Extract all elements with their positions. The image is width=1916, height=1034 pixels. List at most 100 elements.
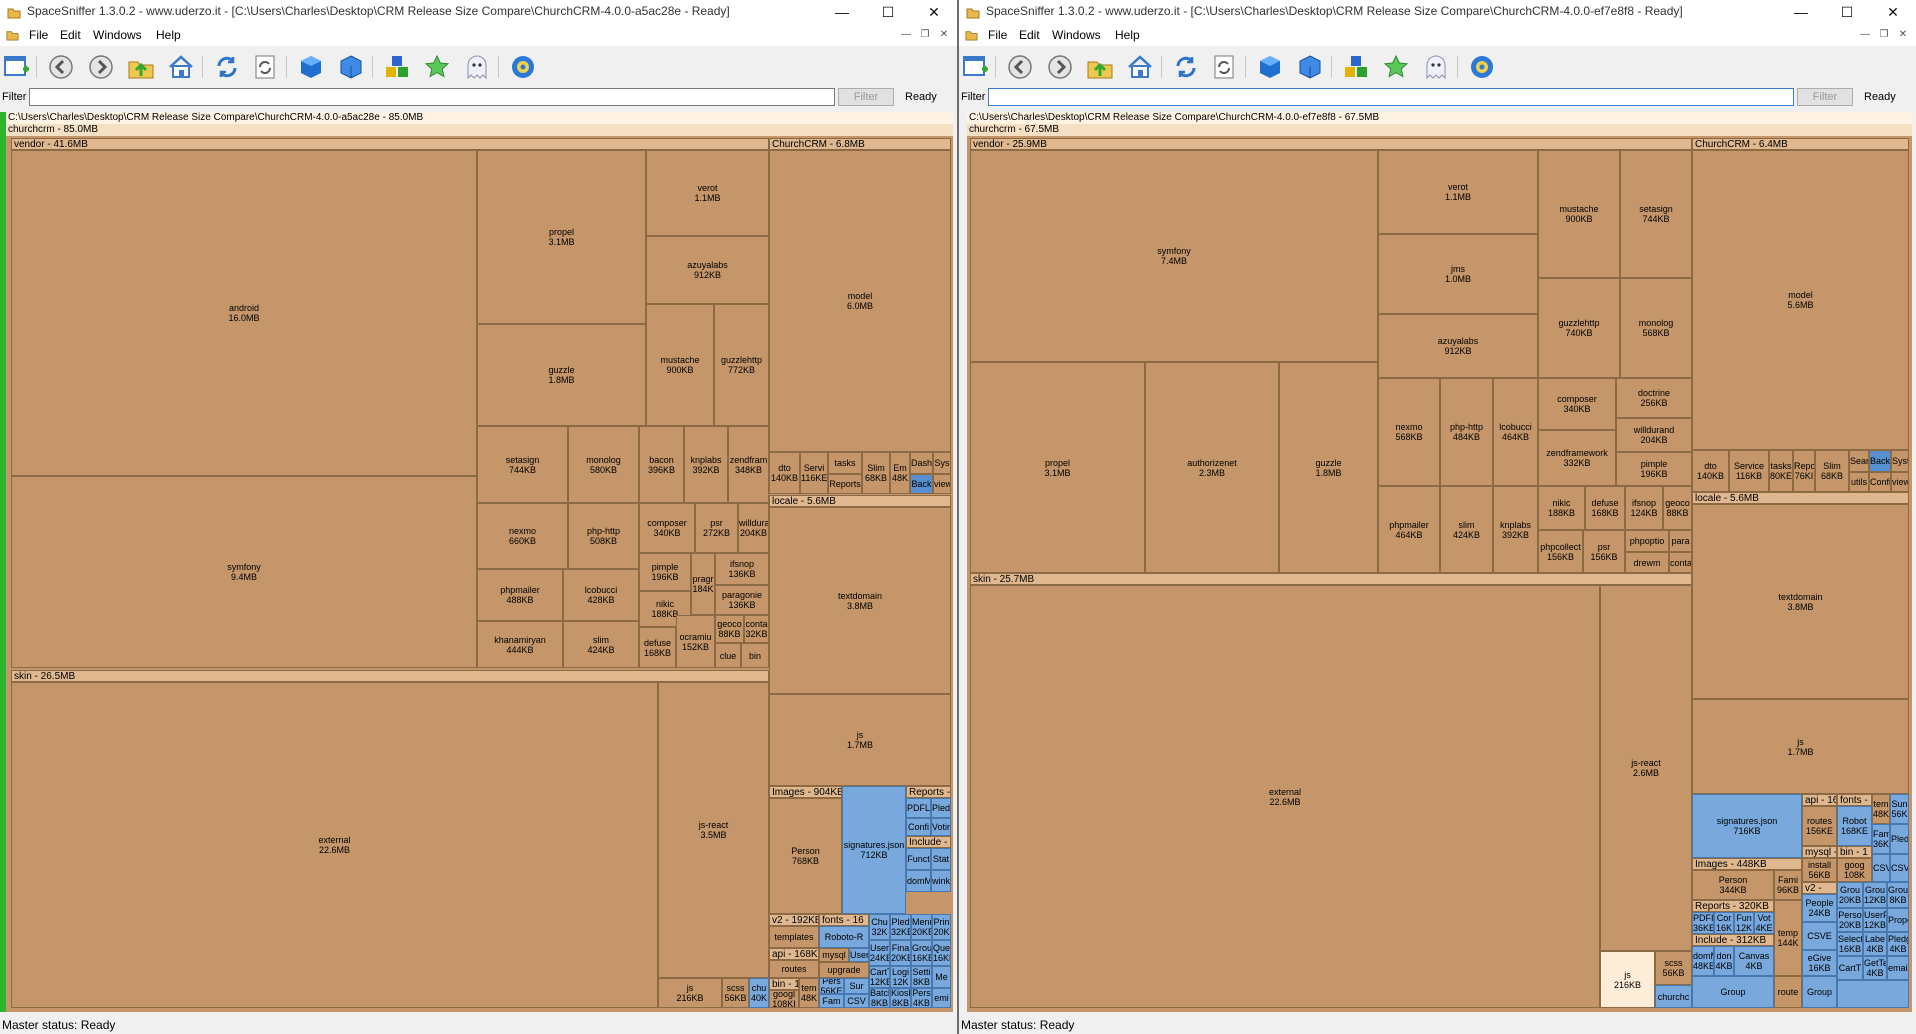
tile-scss[interactable]: scss 56KB	[1655, 951, 1692, 985]
mdi-close-icon[interactable]: ✕	[937, 28, 951, 40]
rescan-icon[interactable]	[250, 52, 280, 82]
tile-backup[interactable]: Back	[910, 474, 933, 494]
tile-authorizenet[interactable]: authorizenet 2.3MB	[1145, 362, 1279, 573]
folder-header-fonts[interactable]: fonts -	[1837, 794, 1872, 806]
tile-install[interactable]: install 56KB	[1802, 858, 1837, 882]
folder-header-skin[interactable]: skin - 26.5MB	[11, 670, 769, 682]
folder-header-v2[interactable]: v2 - 192KB	[769, 914, 819, 926]
tile-psr[interactable]: psr 272KB	[695, 503, 738, 553]
title-bar[interactable]: SpaceSniffer 1.3.0.2 - www.uderzo.it - […	[959, 0, 1916, 24]
tile-propel[interactable]: propel 3.1MB	[970, 362, 1145, 573]
minimize-button[interactable]: —	[1778, 0, 1824, 24]
tile-signatures-json[interactable]: signatures.json 716KB	[1692, 794, 1802, 858]
tile-php-http[interactable]: php-http 508KB	[568, 503, 639, 569]
tile-temp[interactable]: tem 48K	[799, 978, 819, 1008]
tile-phpmailer[interactable]: phpmailer 464KB	[1378, 486, 1440, 573]
folder-header-bin[interactable]: bin - 1:	[769, 978, 799, 990]
menu-edit[interactable]: Edit	[60, 28, 81, 42]
tile-slim[interactable]: slim 424KB	[1440, 486, 1493, 573]
tile-csv[interactable]: CSV	[844, 994, 869, 1008]
title-bar[interactable]: SpaceSniffer 1.3.0.2 - www.uderzo.it - […	[0, 0, 957, 24]
tile-mustache[interactable]: mustache 900KB	[646, 304, 714, 426]
tile-google[interactable]: googl 108KI	[769, 990, 799, 1008]
tile-khanamiryan[interactable]: khanamiryan 444KB	[477, 621, 563, 668]
tile-query[interactable]: Que 16KE	[932, 940, 951, 966]
tile-person-view[interactable]: Perso 20KB	[1837, 908, 1863, 932]
tile-slim-api[interactable]: Slim 68KB	[1815, 450, 1849, 492]
tile-pragmarx[interactable]: pragr 184K	[691, 553, 715, 615]
mdi-close-icon[interactable]: ✕	[1896, 28, 1910, 40]
folder-header-include[interactable]: Include - 31	[906, 836, 951, 848]
settings-gear-icon[interactable]	[508, 52, 538, 82]
tile-nikic[interactable]: nikic 188KB	[1538, 486, 1585, 530]
tile-roboto[interactable]: Robot 168KE	[1837, 806, 1872, 846]
menu-edit[interactable]: Edit	[1019, 28, 1040, 42]
new-window-icon[interactable]	[961, 52, 991, 82]
tile-egive[interactable]: eGive 16KB	[1802, 950, 1837, 976]
mdi-restore-icon[interactable]: ❐	[1877, 28, 1891, 40]
tile-pledge-editor[interactable]: Pled 32KE	[890, 914, 911, 940]
tile-cart[interactable]: CartT 12KB	[869, 966, 890, 988]
tile-print[interactable]: Prin 20K	[932, 914, 951, 940]
tile-paragonie[interactable]: paragonie 136KB	[715, 585, 769, 615]
tile-person[interactable]: Person 344KB	[1692, 870, 1774, 900]
tile-setasign[interactable]: setasign 744KB	[1620, 150, 1692, 278]
tile-php-http[interactable]: php-http 484KB	[1440, 378, 1493, 486]
tile-symfony[interactable]: symfony 7.4MB	[970, 150, 1378, 362]
tile-search[interactable]: Sear	[1849, 450, 1869, 472]
tile-view[interactable]: view	[933, 474, 951, 494]
tile-verot[interactable]: verot 1.1MB	[646, 150, 769, 236]
tile-android[interactable]: android 16.0MB	[11, 150, 477, 476]
tile-guzzle[interactable]: guzzle 1.8MB	[477, 324, 646, 426]
star-icon[interactable]	[422, 52, 452, 82]
tile-family[interactable]: Fam	[819, 994, 844, 1008]
tile-azuyalabs[interactable]: azuyalabs 912KB	[646, 236, 769, 304]
mdi-restore-icon[interactable]: ❐	[918, 28, 932, 40]
tile-user-editor[interactable]: UserF 12KB	[1863, 908, 1887, 932]
folder-header-v2[interactable]: v2 -	[1802, 882, 1837, 894]
tile-guzzlehttp[interactable]: guzzlehttp 740KB	[1538, 278, 1620, 378]
new-window-icon[interactable]	[2, 52, 32, 82]
folder-header-vendor[interactable]: vendor - 41.6MB	[11, 138, 769, 150]
tile-sunday[interactable]: Sun 56K	[1890, 794, 1909, 824]
tile-cart[interactable]: CartT	[1837, 956, 1863, 980]
tile-person2[interactable]: Pers 4KB	[911, 988, 932, 1008]
tile-confirm[interactable]: Cor 16K	[1714, 912, 1734, 934]
tile-config[interactable]: Confi	[1869, 472, 1891, 492]
menu-help[interactable]: Help	[1115, 28, 1140, 42]
tile-dashboard[interactable]: Dash	[910, 452, 933, 474]
tile-churchcrm-skin[interactable]: churchc	[1655, 985, 1692, 1008]
tile-pimple[interactable]: pimple 196KB	[1616, 452, 1692, 486]
tile-canvas[interactable]: Canvas 4KB	[1734, 946, 1774, 976]
tile-csv[interactable]: CSV	[1872, 854, 1890, 882]
tile-user-editor[interactable]: UserI 24KE	[869, 940, 890, 966]
folder-header-include[interactable]: Include - 312KB	[1692, 934, 1774, 946]
refresh-icon[interactable]	[212, 52, 242, 82]
folder-header-reports[interactable]: Reports - 32	[906, 786, 951, 798]
tile-email[interactable]: email	[1887, 956, 1909, 980]
tile-dto[interactable]: dto 140KB	[1692, 450, 1729, 492]
tile-propel[interactable]: propel 3.1MB	[477, 150, 646, 324]
tile-zendframework[interactable]: zendfram 348KB	[728, 426, 769, 503]
folder-header-churchcrm[interactable]: ChurchCRM - 6.4MB	[1692, 138, 1909, 150]
tile-temp[interactable]: temp 144K	[1774, 900, 1802, 976]
tile-lcobucci[interactable]: lcobucci 464KB	[1493, 378, 1538, 486]
tile-pimple[interactable]: pimple 196KB	[639, 553, 691, 591]
tile-bacon[interactable]: bacon 396KB	[639, 426, 684, 503]
tile-js[interactable]: js 216KB	[658, 978, 722, 1008]
tile-scss[interactable]: scss 56KB	[722, 978, 749, 1008]
tile-emails[interactable]: Em 48K	[890, 452, 910, 494]
tile-kiosk[interactable]: Kiosk 8KB	[890, 988, 911, 1008]
tile-tasks[interactable]: tasks 80KE	[1769, 450, 1793, 492]
tile-container[interactable]: conta 32KB	[744, 615, 769, 643]
close-button[interactable]: ✕	[911, 0, 957, 24]
tile-dompdf[interactable]: domM 48KB	[1692, 946, 1714, 976]
tile-system[interactable]: Sys	[933, 452, 951, 474]
tile-login[interactable]: Logi 12K	[890, 966, 911, 988]
tile-locale-js[interactable]: js 1.7MB	[769, 694, 951, 786]
blue-cube-icon[interactable]	[1255, 52, 1285, 82]
tile-group-list[interactable]: Grou 8KB	[1887, 882, 1909, 908]
tile-monolog[interactable]: monolog 568KB	[1620, 278, 1692, 378]
folder-header-mysql[interactable]: mysql - 1	[1802, 846, 1837, 858]
tile-routes[interactable]: routes 156KE	[1802, 806, 1837, 846]
